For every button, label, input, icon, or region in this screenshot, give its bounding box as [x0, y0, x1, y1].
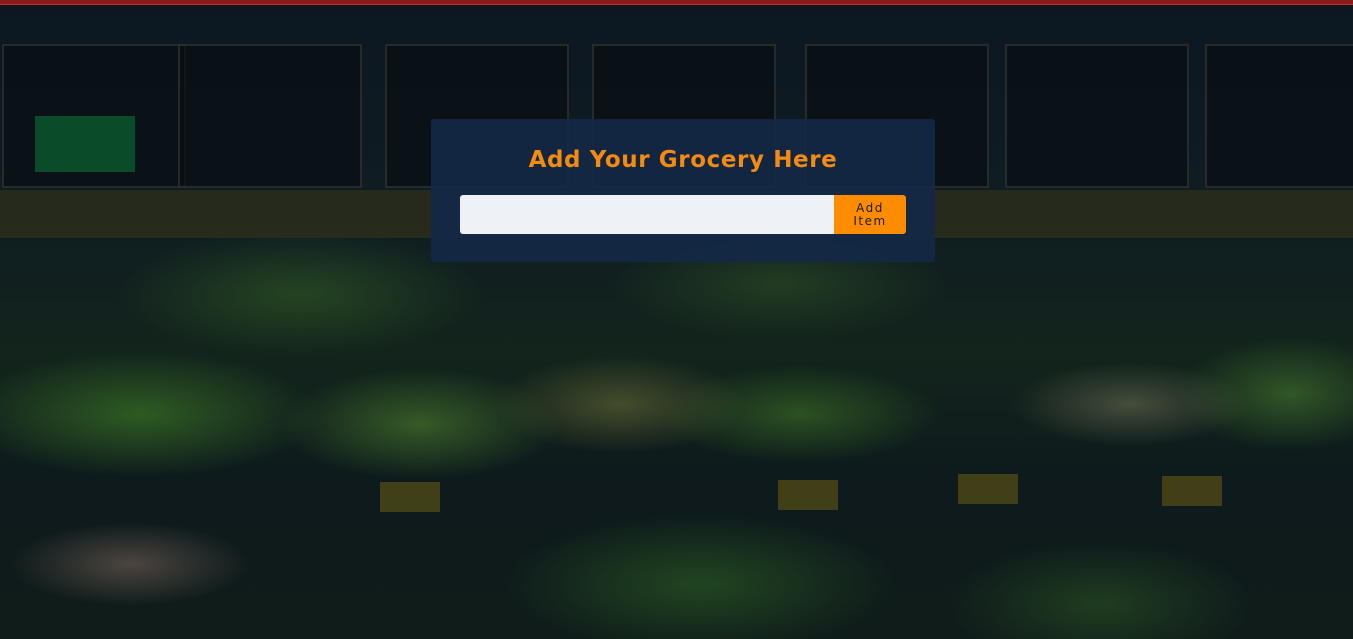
- price-tag: [958, 474, 1018, 504]
- sign-panel: [35, 116, 135, 172]
- add-grocery-card: Add Your Grocery Here Add Item: [431, 119, 935, 262]
- store-sign: [1005, 44, 1189, 188]
- price-tag: [380, 482, 440, 512]
- add-item-button[interactable]: Add Item: [834, 195, 906, 234]
- store-sign: [1205, 44, 1353, 188]
- form-title: Add Your Grocery Here: [528, 147, 838, 173]
- top-bar: [0, 0, 1353, 5]
- grocery-item-input[interactable]: [460, 195, 834, 234]
- store-sign: [178, 44, 362, 188]
- price-tag: [778, 480, 838, 510]
- grocery-background-image: [0, 4, 1353, 639]
- price-tag: [1162, 476, 1222, 506]
